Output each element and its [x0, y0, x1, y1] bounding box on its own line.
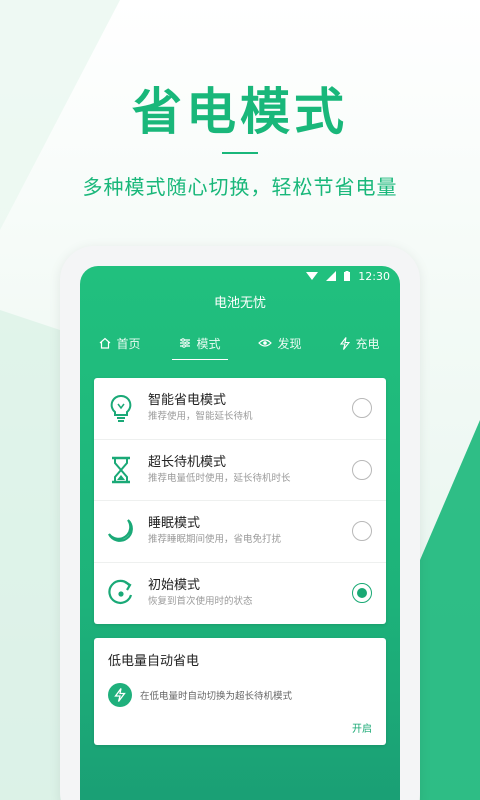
- tab-home[interactable]: 首页: [80, 322, 160, 364]
- promo-divider: [222, 152, 258, 154]
- tab-label: 充电: [355, 336, 380, 351]
- mode-desc: 推荐使用，智能延长待机: [148, 411, 253, 423]
- mode-item-smart[interactable]: 智能省电模式 推荐使用，智能延长待机: [94, 378, 386, 440]
- auto-save-title: 低电量自动省电: [108, 654, 200, 669]
- modes-card: 智能省电模式 推荐使用，智能延长待机 超长待机模式 推荐电量低时使用，延长待机时…: [94, 378, 386, 624]
- tab-label: 发现: [277, 336, 302, 351]
- tab-label: 首页: [116, 336, 141, 351]
- moon-icon: [106, 516, 136, 546]
- mode-name: 初始模式: [148, 578, 201, 594]
- sliders-icon: [179, 337, 191, 349]
- mode-item-initial[interactable]: 初始模式 恢复到首次使用时的状态: [94, 563, 386, 625]
- mode-item-sleep[interactable]: 睡眠模式 推荐睡眠期间使用，省电免打扰: [94, 501, 386, 563]
- tab-modes[interactable]: 模式: [160, 322, 240, 364]
- mode-radio[interactable]: [352, 521, 372, 542]
- auto-save-desc: 在低电量时自动切换为超长待机模式: [140, 691, 293, 702]
- bolt-icon: [340, 336, 351, 350]
- enable-button[interactable]: 开启: [352, 720, 372, 735]
- mode-desc: 推荐睡眠期间使用，省电免打扰: [148, 534, 282, 546]
- bolt-icon: [108, 683, 132, 707]
- phone-screen: 12:30 电池无忧 首页 模式 发现 充电 智能省电模式 推荐使用，智能延长待…: [80, 266, 400, 800]
- tab-charge[interactable]: 充电: [320, 322, 400, 364]
- reset-icon: [106, 578, 136, 608]
- status-bar: 12:30: [80, 266, 400, 286]
- mode-radio[interactable]: [352, 398, 372, 419]
- mode-desc: 推荐电量低时使用，延长待机时长: [148, 472, 291, 484]
- status-time: 12:30: [358, 269, 390, 283]
- battery-icon: [344, 271, 351, 281]
- eye-icon: [258, 338, 273, 348]
- tab-bar: 首页 模式 发现 充电: [80, 322, 400, 364]
- mode-name: 睡眠模式: [148, 516, 201, 532]
- mode-desc: 恢复到首次使用时的状态: [148, 596, 253, 608]
- tab-label: 模式: [196, 336, 221, 351]
- lightbulb-icon: [106, 393, 136, 423]
- mode-name: 智能省电模式: [148, 393, 227, 409]
- signal-icon: [326, 271, 337, 281]
- mode-item-standby[interactable]: 超长待机模式 推荐电量低时使用，延长待机时长: [94, 440, 386, 501]
- promo-title: 省电模式: [132, 83, 348, 141]
- mode-radio[interactable]: [352, 459, 372, 480]
- mode-name: 超长待机模式: [148, 454, 227, 470]
- hourglass-icon: [106, 455, 136, 485]
- wifi-icon: [306, 271, 319, 281]
- home-icon: [99, 337, 111, 349]
- tab-discover[interactable]: 发现: [240, 322, 320, 364]
- mode-radio-selected[interactable]: [352, 583, 372, 604]
- auto-save-card: 低电量自动省电 在低电量时自动切换为超长待机模式 开启: [94, 638, 386, 745]
- app-title: 电池无忧: [213, 296, 266, 311]
- promo-subtitle: 多种模式随心切换，轻松节省电量: [82, 175, 398, 199]
